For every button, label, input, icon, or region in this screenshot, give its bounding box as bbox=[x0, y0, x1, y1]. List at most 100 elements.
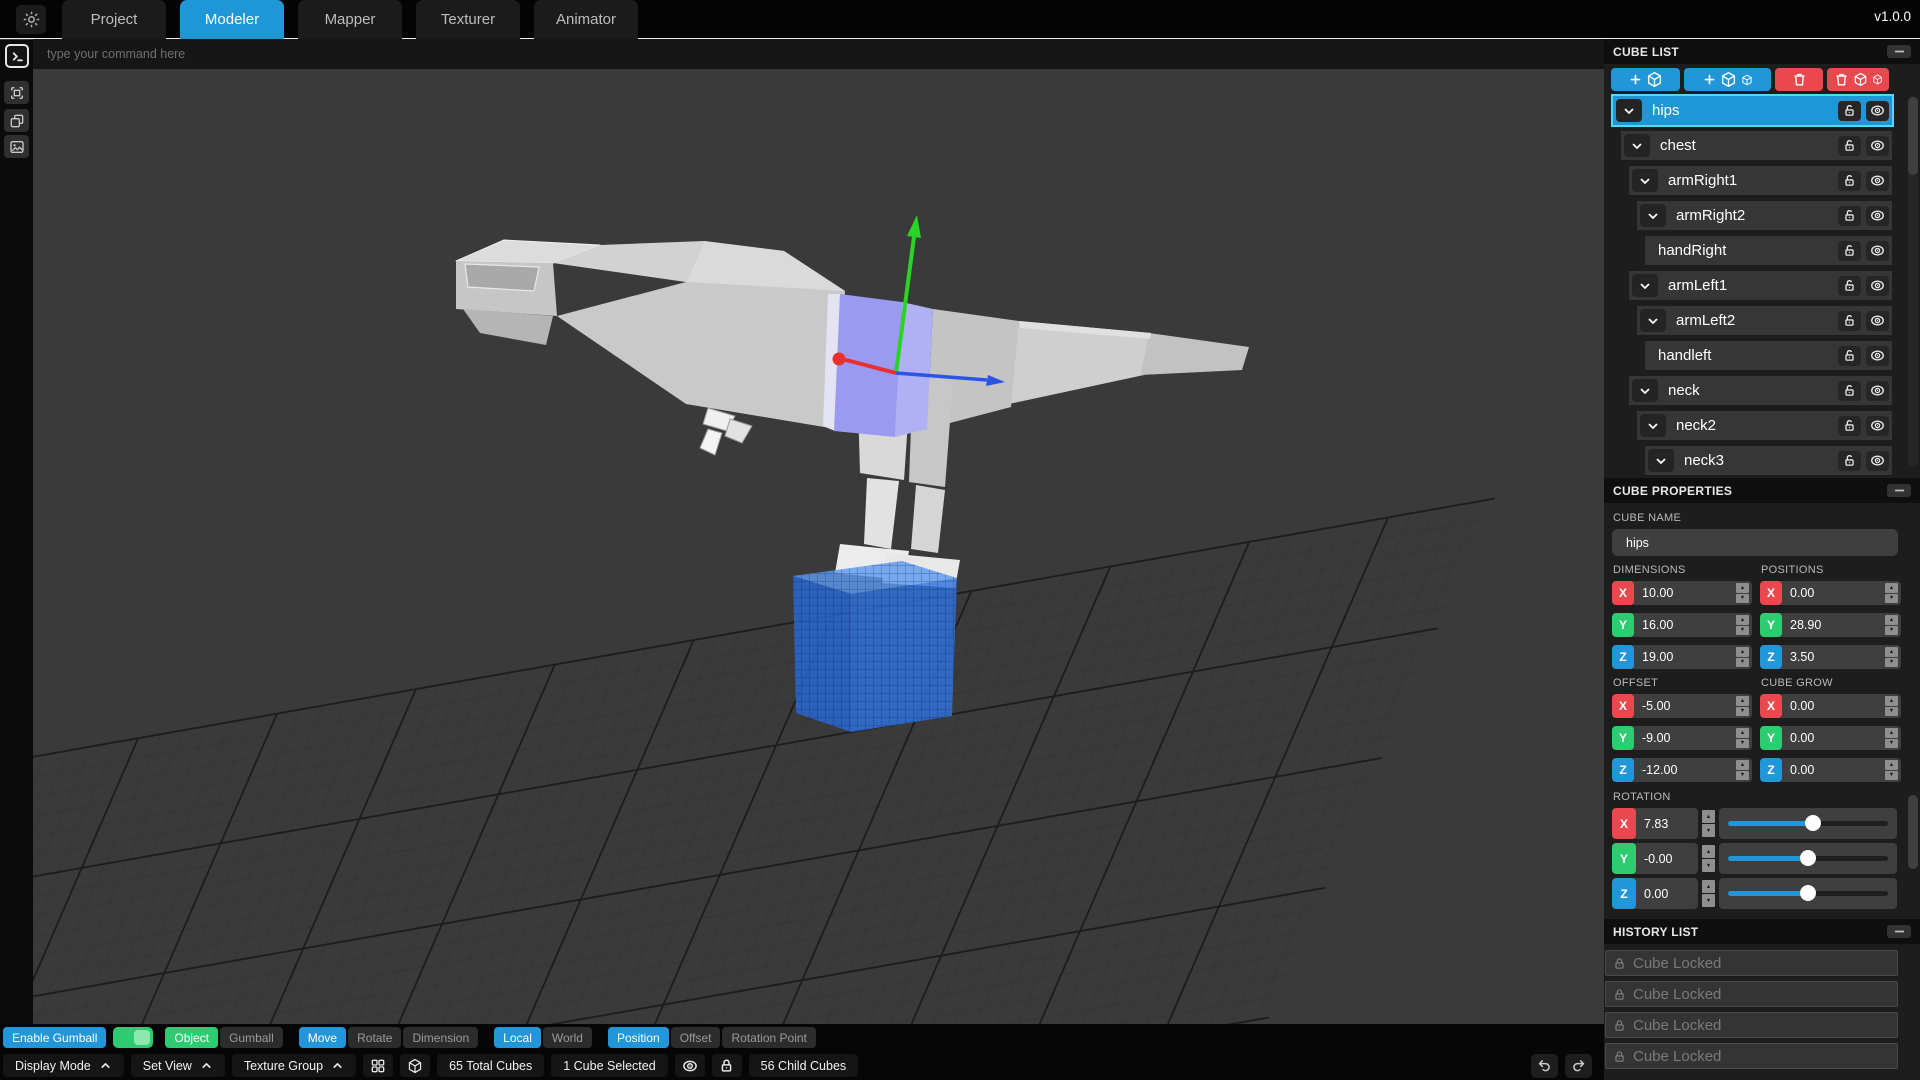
rotation-x-slider[interactable] bbox=[1719, 808, 1897, 839]
grid-view-icon[interactable] bbox=[363, 1054, 393, 1077]
lock-toggle-button[interactable] bbox=[1838, 206, 1861, 226]
stepper[interactable]: ▲▼ bbox=[1702, 880, 1715, 907]
cube-list-row[interactable]: handRight bbox=[1645, 236, 1892, 265]
lock-toggle-button[interactable] bbox=[1838, 311, 1861, 331]
dimension-z-field[interactable]: Z19.00▲▼ bbox=[1612, 645, 1752, 669]
offset-x-field[interactable]: X-5.00▲▼ bbox=[1612, 694, 1752, 718]
tool-move-button[interactable]: Move bbox=[299, 1027, 346, 1048]
settings-gear-button[interactable] bbox=[16, 5, 46, 34]
command-bar[interactable]: type your command here bbox=[33, 39, 1604, 69]
tab-texturer[interactable]: Texturer bbox=[416, 0, 520, 39]
stepper[interactable]: ▲▼ bbox=[1736, 760, 1749, 780]
chevron-down-icon[interactable] bbox=[1616, 99, 1642, 122]
stepper[interactable]: ▲▼ bbox=[1702, 845, 1715, 872]
terminal-icon[interactable] bbox=[5, 44, 29, 68]
dimension-x-field[interactable]: X10.00▲▼ bbox=[1612, 581, 1752, 605]
lock-toggle-button[interactable] bbox=[1838, 101, 1861, 121]
cube-name-input[interactable]: hips bbox=[1612, 529, 1898, 556]
delete-cube-button[interactable] bbox=[1775, 68, 1823, 91]
lock-icon[interactable] bbox=[712, 1054, 742, 1077]
visibility-toggle-button[interactable] bbox=[1866, 346, 1889, 366]
eye-icon[interactable] bbox=[675, 1054, 705, 1077]
lock-toggle-button[interactable] bbox=[1838, 346, 1861, 366]
chevron-down-icon[interactable] bbox=[1640, 309, 1666, 332]
chevron-down-icon[interactable] bbox=[1624, 134, 1650, 157]
properties-scrollbar-thumb[interactable] bbox=[1908, 795, 1918, 869]
cube-list-row[interactable]: chest bbox=[1621, 131, 1892, 160]
stepper[interactable]: ▲▼ bbox=[1736, 583, 1749, 603]
minimize-button[interactable] bbox=[1887, 925, 1911, 938]
rotation-z-slider[interactable] bbox=[1719, 878, 1897, 909]
offset-z-field[interactable]: Z-12.00▲▼ bbox=[1612, 758, 1752, 782]
enable-gumball-button[interactable]: Enable Gumball bbox=[3, 1027, 106, 1048]
command-input-placeholder[interactable]: type your command here bbox=[47, 47, 185, 61]
chevron-down-icon[interactable] bbox=[1640, 204, 1666, 227]
minimize-button[interactable] bbox=[1887, 45, 1911, 58]
tab-project[interactable]: Project bbox=[62, 0, 166, 39]
visibility-toggle-button[interactable] bbox=[1866, 101, 1889, 121]
history-item[interactable]: Cube Locked bbox=[1605, 981, 1898, 1007]
space-world-button[interactable]: World bbox=[543, 1027, 592, 1048]
stepper[interactable]: ▲▼ bbox=[1885, 760, 1898, 780]
lock-toggle-button[interactable] bbox=[1838, 451, 1861, 471]
history-item[interactable]: Cube Locked bbox=[1605, 950, 1898, 976]
history-item[interactable]: Cube Locked bbox=[1605, 1012, 1898, 1038]
stepper[interactable]: ▲▼ bbox=[1736, 615, 1749, 635]
cube-view-icon[interactable] bbox=[400, 1054, 430, 1077]
tab-modeler[interactable]: Modeler bbox=[180, 0, 284, 39]
visibility-toggle-button[interactable] bbox=[1866, 311, 1889, 331]
tool-dimension-button[interactable]: Dimension bbox=[403, 1027, 478, 1048]
offset-y-field[interactable]: Y-9.00▲▼ bbox=[1612, 726, 1752, 750]
visibility-toggle-button[interactable] bbox=[1866, 451, 1889, 471]
visibility-toggle-button[interactable] bbox=[1866, 276, 1889, 296]
visibility-toggle-button[interactable] bbox=[1866, 171, 1889, 191]
pivot-offset-button[interactable]: Offset bbox=[671, 1027, 721, 1048]
mode-object-button[interactable]: Object bbox=[165, 1027, 218, 1048]
display-mode-dropdown[interactable]: Display Mode bbox=[3, 1054, 124, 1077]
cube-list-row[interactable]: armRight1 bbox=[1629, 166, 1892, 195]
cube-list-row[interactable]: armRight2 bbox=[1637, 201, 1892, 230]
visibility-toggle-button[interactable] bbox=[1866, 136, 1889, 156]
lock-toggle-button[interactable] bbox=[1838, 276, 1861, 296]
tool-rotate-button[interactable]: Rotate bbox=[348, 1027, 401, 1048]
lock-toggle-button[interactable] bbox=[1838, 136, 1861, 156]
stepper[interactable]: ▲▼ bbox=[1885, 583, 1898, 603]
undo-button[interactable] bbox=[1531, 1054, 1558, 1078]
duplicate-icon[interactable] bbox=[4, 109, 29, 132]
transform-select-icon[interactable] bbox=[4, 81, 29, 104]
dimension-y-field[interactable]: Y16.00▲▼ bbox=[1612, 613, 1752, 637]
visibility-toggle-button[interactable] bbox=[1866, 381, 1889, 401]
visibility-toggle-button[interactable] bbox=[1866, 241, 1889, 261]
lock-toggle-button[interactable] bbox=[1838, 241, 1861, 261]
cube-list-row[interactable]: neck3 bbox=[1645, 446, 1892, 475]
position-z-field[interactable]: Z3.50▲▼ bbox=[1760, 645, 1901, 669]
stepper[interactable]: ▲▼ bbox=[1885, 615, 1898, 635]
add-cube-child-button[interactable] bbox=[1684, 68, 1771, 91]
chevron-down-icon[interactable] bbox=[1632, 274, 1658, 297]
image-icon[interactable] bbox=[4, 135, 29, 158]
cube-list-row[interactable]: neck bbox=[1629, 376, 1892, 405]
pivot-position-button[interactable]: Position bbox=[608, 1027, 669, 1048]
stepper[interactable]: ▲▼ bbox=[1885, 647, 1898, 667]
chevron-down-icon[interactable] bbox=[1648, 449, 1674, 472]
gumball-toggle[interactable] bbox=[113, 1027, 153, 1048]
rotation-y-slider[interactable] bbox=[1719, 843, 1897, 874]
tab-animator[interactable]: Animator bbox=[534, 0, 638, 39]
lock-toggle-button[interactable] bbox=[1838, 171, 1861, 191]
stepper[interactable]: ▲▼ bbox=[1885, 696, 1898, 716]
tab-mapper[interactable]: Mapper bbox=[298, 0, 402, 39]
visibility-toggle-button[interactable] bbox=[1866, 416, 1889, 436]
space-local-button[interactable]: Local bbox=[494, 1027, 541, 1048]
stepper[interactable]: ▲▼ bbox=[1736, 728, 1749, 748]
chevron-down-icon[interactable] bbox=[1632, 379, 1658, 402]
cube-list-scrollbar-thumb[interactable] bbox=[1908, 97, 1918, 175]
stepper[interactable]: ▲▼ bbox=[1885, 728, 1898, 748]
grow-x-field[interactable]: X0.00▲▼ bbox=[1760, 694, 1901, 718]
position-y-field[interactable]: Y28.90▲▼ bbox=[1760, 613, 1901, 637]
chevron-down-icon[interactable] bbox=[1640, 414, 1666, 437]
chevron-down-icon[interactable] bbox=[1632, 169, 1658, 192]
cube-list-row[interactable]: armLeft2 bbox=[1637, 306, 1892, 335]
texture-group-dropdown[interactable]: Texture Group bbox=[232, 1054, 356, 1077]
minimize-button[interactable] bbox=[1887, 484, 1911, 497]
delete-cube-children-button[interactable] bbox=[1827, 68, 1889, 91]
